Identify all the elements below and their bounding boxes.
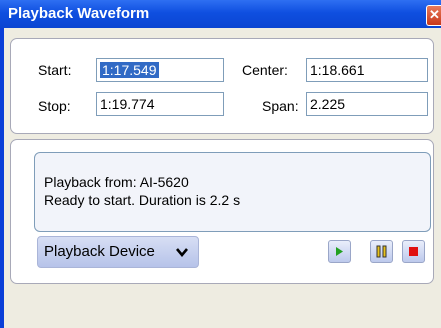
stop-button[interactable] — [402, 240, 425, 263]
stop-label: Stop: — [38, 98, 71, 114]
title-bar[interactable]: Playback Waveform ✕ — [0, 0, 441, 28]
pause-icon — [376, 245, 387, 258]
start-label: Start: — [38, 62, 72, 78]
stop-input[interactable]: 1:19.774 — [96, 92, 224, 116]
span-input[interactable]: 2.225 — [306, 92, 428, 116]
close-button[interactable]: ✕ — [426, 5, 441, 26]
window-title: Playback Waveform — [8, 5, 150, 22]
playback-waveform-window: Playback Waveform ✕ Start: 1:17.549 Cent… — [0, 0, 441, 328]
play-button[interactable] — [328, 240, 351, 263]
playback-device-label: Playback Device — [44, 243, 155, 260]
center-label: Center: — [242, 62, 288, 78]
pause-button[interactable] — [370, 240, 393, 263]
status-message-text: Ready to start. Duration is 2.2 s — [44, 192, 241, 208]
status-box: Playback from: AI-5620 Ready to start. D… — [34, 152, 431, 232]
chevron-down-icon — [176, 238, 188, 268]
playback-device-dropdown[interactable]: Playback Device — [37, 236, 199, 268]
time-range-panel — [10, 38, 434, 134]
close-icon: ✕ — [429, 7, 440, 22]
center-input[interactable]: 1:18.661 — [306, 58, 428, 82]
client-area: Start: 1:17.549 Center: 1:18.661 Stop: 1… — [4, 28, 441, 328]
play-icon — [336, 247, 343, 256]
stop-icon — [409, 247, 418, 256]
start-input[interactable]: 1:17.549 — [96, 58, 224, 82]
status-source-text: Playback from: AI-5620 — [44, 174, 189, 190]
span-label: Span: — [262, 98, 299, 114]
